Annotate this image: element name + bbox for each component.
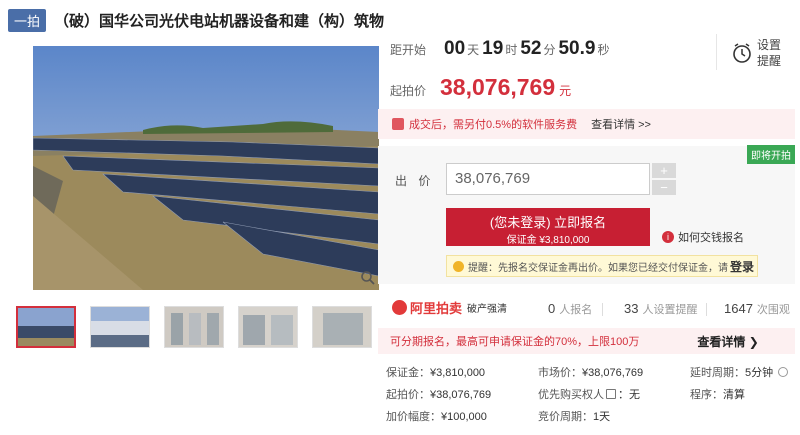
remind-label-2: 提醒 xyxy=(757,54,782,68)
stat-reminders: 33 人设置提醒 xyxy=(624,301,697,317)
start-price-row: 起拍价 38,076,769 元 xyxy=(390,74,571,101)
signup-deposit-label: 保证金 ¥3,810,000 xyxy=(506,235,590,246)
bid-amount-input[interactable]: 38,076,769 xyxy=(446,163,650,195)
thumbnail-5[interactable] xyxy=(312,306,372,348)
increase-bid-button[interactable]: + xyxy=(652,163,676,178)
signup-button[interactable]: (您未登录) 立即报名 保证金 ¥3,810,000 xyxy=(446,208,650,246)
detail-deposit: 保证金：¥3,810,000 xyxy=(386,364,485,380)
stat-label: 人设置提醒 xyxy=(642,304,698,316)
detail-label: 延时周期： xyxy=(690,367,745,379)
detail-start-price: 起拍价：¥38,076,769 xyxy=(386,386,491,402)
service-fee-notice: 成交后，需另付0.5%的软件服务费 查看详情 >> xyxy=(378,109,795,139)
detail-bid-cycle: 竞价周期：1天 xyxy=(538,408,610,424)
thumbnail-1[interactable] xyxy=(16,306,76,348)
set-reminder-button[interactable]: 设置 提醒 xyxy=(732,37,781,69)
detail-label: 程序： xyxy=(690,389,723,401)
countdown: 距开始 00 天 19 时 52 分 50.9 秒 xyxy=(390,38,612,60)
detail-increment: 加价幅度：¥100,000 xyxy=(386,408,487,424)
how-to-pay-link[interactable]: i 如何交钱报名 xyxy=(662,229,744,245)
alarm-clock-icon xyxy=(733,43,751,63)
stat-num: 0 xyxy=(548,301,556,316)
thumbnail-3[interactable] xyxy=(164,306,224,348)
divider xyxy=(602,303,603,316)
stat-num: 1647 xyxy=(724,301,753,316)
detail-market-price: 市场价：¥38,076,769 xyxy=(538,364,643,380)
thumbnail-4[interactable] xyxy=(238,306,298,348)
divider xyxy=(706,303,707,316)
divider xyxy=(716,34,717,70)
brand-sub: 破产强清 xyxy=(467,304,508,315)
page-title: （破）国华公司光伏电站机器设备和建（构）筑物 xyxy=(54,12,385,30)
help-icon[interactable] xyxy=(778,367,789,377)
service-fee-text: 成交后，需另付0.5%的软件服务费 xyxy=(409,119,578,131)
detail-label: 加价幅度： xyxy=(386,411,441,423)
detail-value: ¥38,076,769 xyxy=(430,389,492,401)
brand-name: 阿里拍卖 xyxy=(410,301,463,316)
auction-round-tag: 一拍 xyxy=(8,8,47,32)
thumbnail-2[interactable] xyxy=(90,306,150,348)
detail-label: 市场价： xyxy=(538,367,582,379)
countdown-days: 00 xyxy=(444,38,466,59)
tip-text: 提醒：先报名交保证金再出价。如果您已经交付保证金，请 xyxy=(468,262,728,274)
stat-num: 33 xyxy=(624,301,639,316)
detail-value: ¥3,810,000 xyxy=(430,367,486,379)
countdown-seconds-unit: 秒 xyxy=(597,43,610,57)
brand-row: 阿里拍卖 破产强清 xyxy=(392,298,507,317)
login-tip: 提醒：先报名交保证金再出价。如果您已经交付保证金，请 登录 xyxy=(446,255,758,277)
detail-procedure: 程序：清算 xyxy=(690,386,745,402)
detail-value: 清算 xyxy=(723,389,745,401)
detail-value: ¥38,076,769 xyxy=(582,367,644,379)
stat-views: 1647 次围观 xyxy=(724,301,790,317)
title-row: 一拍 （破）国华公司光伏电站机器设备和建（构）筑物 xyxy=(8,6,384,34)
signup-main-label: (您未登录) 立即报名 xyxy=(489,215,607,230)
detail-label: 优先购买权人 xyxy=(538,389,604,401)
zoom-icon[interactable] xyxy=(360,270,376,286)
countdown-label: 距开始 xyxy=(390,43,427,57)
countdown-seconds: 50.9 xyxy=(558,38,596,59)
main-photo[interactable] xyxy=(33,46,379,290)
stat-label: 次围观 xyxy=(756,304,790,316)
start-price-unit: 元 xyxy=(559,84,572,98)
info-box-icon xyxy=(606,389,616,399)
info-icon: i xyxy=(662,231,674,243)
detail-extension: 延时周期：5分钟 xyxy=(690,364,789,380)
gift-icon xyxy=(392,118,404,130)
bulb-icon xyxy=(453,260,464,272)
countdown-minutes: 52 xyxy=(520,38,542,59)
start-price-label: 起拍价 xyxy=(390,84,427,98)
stat-signups: 0 人报名 xyxy=(548,301,592,317)
thumbnail-strip xyxy=(16,306,372,348)
detail-value: ¥100,000 xyxy=(441,411,487,423)
detail-label: 保证金： xyxy=(386,367,430,379)
start-price-value: 38,076,769 xyxy=(440,74,556,100)
how-to-pay-label: 如何交钱报名 xyxy=(678,232,744,244)
detail-priority-buyer: 优先购买权人 ：无 xyxy=(538,386,640,402)
installment-details-link[interactable]: 查看详情 ❯ xyxy=(697,333,758,350)
countdown-hours: 19 xyxy=(482,38,504,59)
countdown-days-unit: 天 xyxy=(467,43,480,57)
stat-label: 人报名 xyxy=(559,304,593,316)
installment-deposit-notice: 可分期报名，最高可申请保证金的70%，上限100万 查看详情 ❯ xyxy=(378,328,795,354)
login-link[interactable]: 登录 xyxy=(730,258,754,275)
remind-label-1: 设置 xyxy=(757,38,782,52)
detail-label: 竞价周期： xyxy=(538,411,593,423)
decrease-bid-button[interactable]: − xyxy=(652,180,676,195)
service-fee-details-link[interactable]: 查看详情 >> xyxy=(591,116,651,132)
countdown-minutes-unit: 分 xyxy=(543,43,556,57)
detail-value: 1天 xyxy=(593,411,611,423)
ali-auction-logo-icon xyxy=(392,300,407,315)
detail-label: 起拍价： xyxy=(386,389,430,401)
bid-label: 出 价 xyxy=(395,174,435,188)
detail-value: ：无 xyxy=(618,389,640,401)
countdown-hours-unit: 时 xyxy=(505,43,518,57)
status-badge: 即将开拍 xyxy=(747,145,795,164)
installment-text: 可分期报名，最高可申请保证金的70%，上限100万 xyxy=(390,336,640,348)
detail-value: 5分钟 xyxy=(745,367,774,379)
